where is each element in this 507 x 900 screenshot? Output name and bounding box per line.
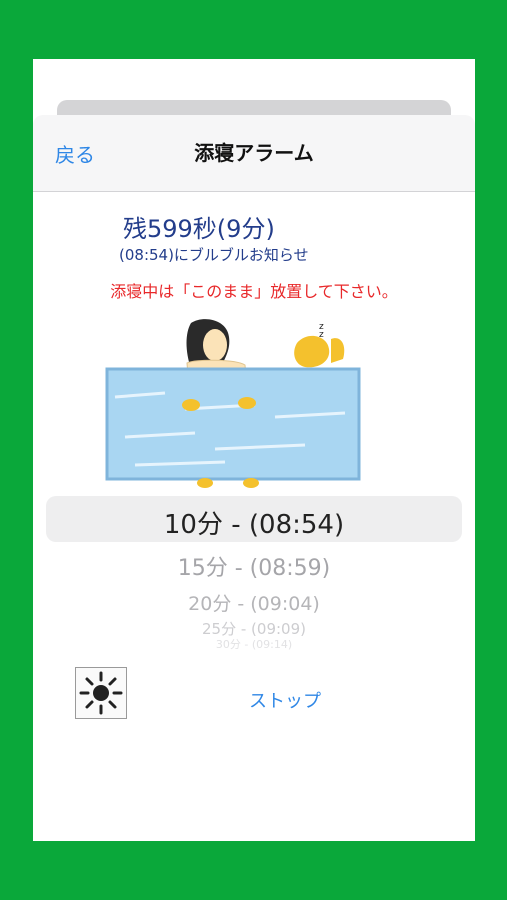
notify-time: (08:54)にブルブルお知らせ: [119, 246, 309, 264]
remaining-time: 残599秒(9分): [123, 215, 275, 243]
svg-text:z: z: [319, 330, 324, 340]
app-screen: 戻る 添寝アラーム 残599秒(9分) (08:54)にブルブルお知らせ 添寝中…: [33, 59, 475, 841]
picker-option[interactable]: 30分 - (09:14): [33, 636, 475, 652]
picker-option[interactable]: 20分 - (09:04): [33, 589, 475, 616]
brightness-button[interactable]: [75, 667, 127, 719]
picker-option[interactable]: 10分 - (08:54): [33, 504, 475, 541]
stop-button[interactable]: ストップ: [249, 687, 321, 713]
bath-illustration: z z: [105, 319, 361, 488]
page-title: 添寝アラーム: [194, 141, 314, 165]
picker-option[interactable]: 15分 - (08:59): [33, 550, 475, 582]
warning-message: 添寝中は「このまま」放置して下さい。: [110, 282, 398, 301]
sun-icon: [79, 671, 123, 715]
